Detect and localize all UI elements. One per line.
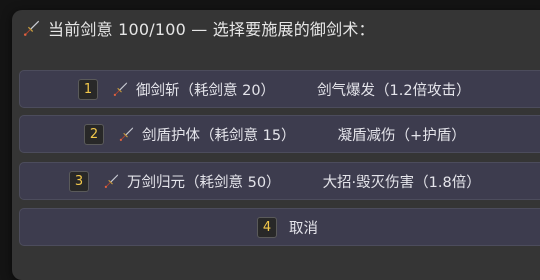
cancel-option[interactable]: 4 取消 [19, 208, 540, 246]
option-name: 御剑斩（耗剑意 20） [136, 82, 276, 99]
option-effect: 大招·毁灭伤害（1.8倍） [322, 174, 481, 191]
option-name: 万剑归元（耗剑意 50） [127, 174, 281, 191]
option-number-badge: 1 [78, 78, 98, 100]
option-number-badge: 2 [84, 123, 104, 145]
option-effect: 剑气爆发（1.2倍攻击） [317, 82, 471, 99]
skill-option-3[interactable]: 3 万剑归元（耗剑意 50） 大招·毁灭伤害（1.8倍） [19, 162, 540, 200]
sword-icon [118, 126, 134, 142]
option-number-badge: 3 [69, 170, 89, 192]
sword-icon [103, 173, 119, 189]
dialog-header: 当前剑意 100/100 — 选择要施展的御剑术： [22, 16, 375, 40]
option-number-badge: 4 [257, 216, 277, 238]
sword-icon [112, 81, 128, 97]
option-effect: 凝盾减伤（+护盾） [337, 127, 466, 144]
skill-option-1[interactable]: 1 御剑斩（耗剑意 20） 剑气爆发（1.2倍攻击） [19, 70, 540, 108]
cancel-label: 取消 [289, 220, 318, 237]
sword-icon [22, 19, 40, 37]
option-name: 剑盾护体（耗剑意 15） [142, 127, 296, 144]
header-text: 当前剑意 100/100 — 选择要施展的御剑术： [48, 20, 375, 39]
skill-option-2[interactable]: 2 剑盾护体（耗剑意 15） 凝盾减伤（+护盾） [19, 115, 540, 153]
